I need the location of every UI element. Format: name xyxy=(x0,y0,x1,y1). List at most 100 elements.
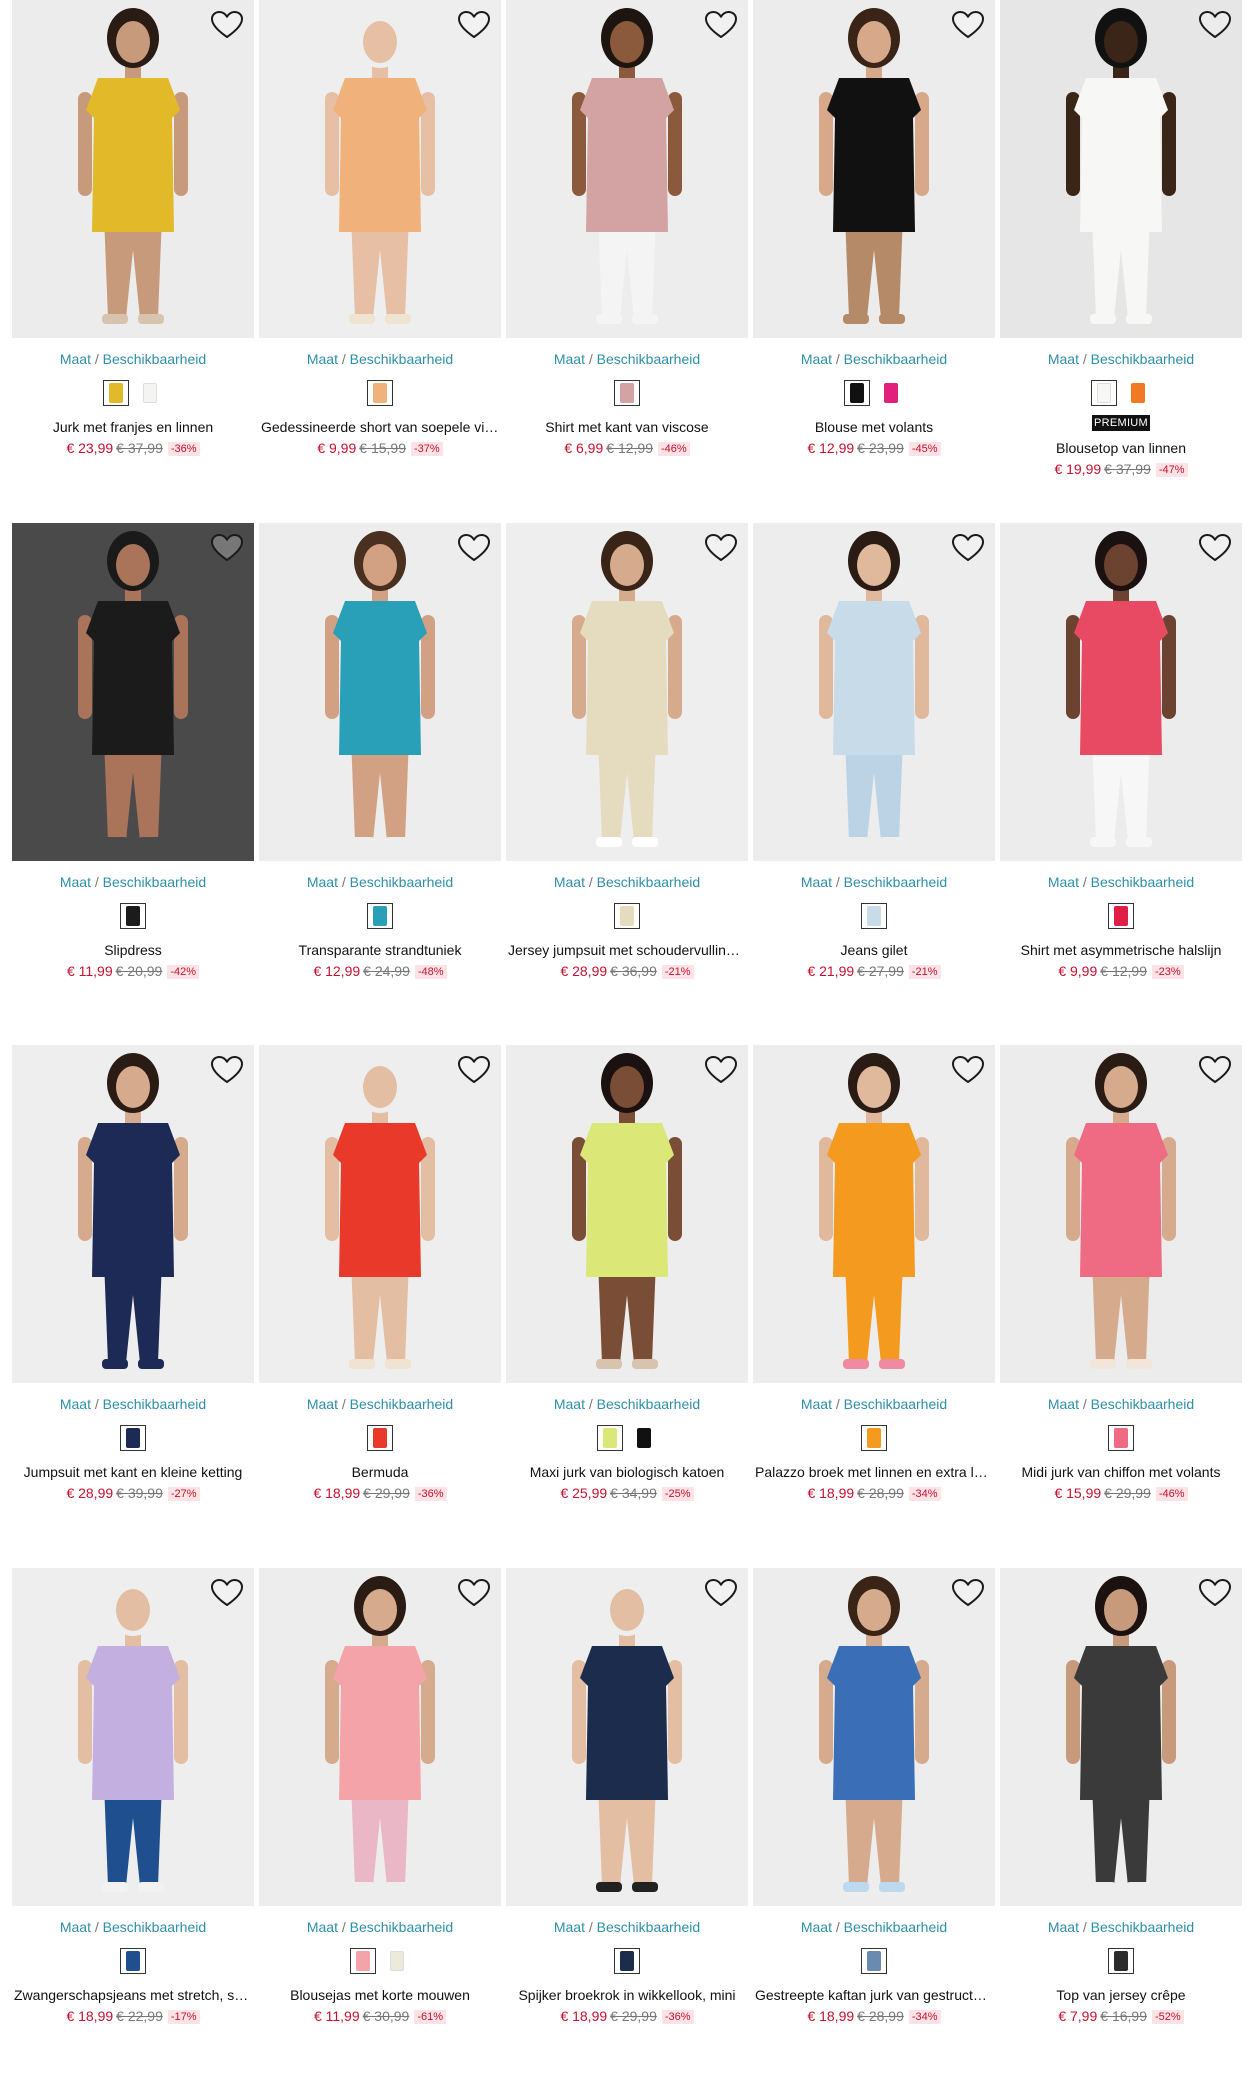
product-name[interactable]: Jumpsuit met kant en kleine ketting xyxy=(12,1463,254,1481)
heart-outline-icon[interactable] xyxy=(210,1055,244,1085)
heart-outline-icon[interactable] xyxy=(1198,533,1232,563)
product-card-16[interactable]: Maat / Beschikbaarheid Zwangerschapsjean… xyxy=(12,1568,254,2025)
product-card-17[interactable]: Maat / Beschikbaarheid Blousejas met kor… xyxy=(259,1568,501,2025)
size-availability-link[interactable]: Maat / Beschikbaarheid xyxy=(753,1395,995,1413)
product-name[interactable]: Jeans gilet xyxy=(753,941,995,959)
product-card-2[interactable]: Maat / Beschikbaarheid Gedessineerde sho… xyxy=(259,0,501,457)
product-image[interactable] xyxy=(259,1568,501,1906)
product-name[interactable]: Maxi jurk van biologisch katoen xyxy=(506,1463,748,1481)
size-availability-link[interactable]: Maat / Beschikbaarheid xyxy=(12,1918,254,1936)
product-card-11[interactable]: Maat / Beschikbaarheid Jumpsuit met kant… xyxy=(12,1045,254,1502)
size-availability-link[interactable]: Maat / Beschikbaarheid xyxy=(753,1918,995,1936)
product-image[interactable] xyxy=(1000,0,1242,338)
product-name[interactable]: Blousetop van linnen xyxy=(1000,439,1242,457)
product-card-9[interactable]: Maat / Beschikbaarheid Jeans gilet € 21,… xyxy=(753,523,995,980)
product-image[interactable] xyxy=(753,0,995,338)
size-availability-link[interactable]: Maat / Beschikbaarheid xyxy=(1000,1918,1242,1936)
product-card-8[interactable]: Maat / Beschikbaarheid Jersey jumpsuit m… xyxy=(506,523,748,980)
product-name[interactable]: Shirt met asymmetrische halslijn xyxy=(1000,941,1242,959)
product-card-19[interactable]: Maat / Beschikbaarheid Gestreepte kaftan… xyxy=(753,1568,995,2025)
color-swatch[interactable] xyxy=(1108,1948,1134,1974)
size-availability-link[interactable]: Maat / Beschikbaarheid xyxy=(12,873,254,891)
heart-outline-icon[interactable] xyxy=(951,1578,985,1608)
heart-outline-icon[interactable] xyxy=(210,10,244,40)
color-swatch[interactable] xyxy=(1091,380,1117,406)
size-availability-link[interactable]: Maat / Beschikbaarheid xyxy=(259,350,501,368)
size-availability-link[interactable]: Maat / Beschikbaarheid xyxy=(1000,1395,1242,1413)
size-availability-link[interactable]: Maat / Beschikbaarheid xyxy=(12,350,254,368)
color-swatch[interactable] xyxy=(350,1948,376,1974)
size-availability-link[interactable]: Maat / Beschikbaarheid xyxy=(753,873,995,891)
product-card-5[interactable]: Maat / Beschikbaarheid PREMIUM Blousetop… xyxy=(1000,0,1242,478)
size-availability-link[interactable]: Maat / Beschikbaarheid xyxy=(506,350,748,368)
product-name[interactable]: Shirt met kant van viscose xyxy=(506,418,748,436)
product-card-6[interactable]: Maat / Beschikbaarheid Slipdress € 11,99… xyxy=(12,523,254,980)
product-card-12[interactable]: Maat / Beschikbaarheid Bermuda € 18,99 € … xyxy=(259,1045,501,1502)
product-name[interactable]: Top van jersey crêpe xyxy=(1000,1986,1242,2004)
product-image[interactable] xyxy=(506,523,748,861)
product-card-18[interactable]: Maat / Beschikbaarheid Spijker broekrok … xyxy=(506,1568,748,2025)
color-swatch[interactable] xyxy=(120,1425,146,1451)
product-image[interactable] xyxy=(1000,523,1242,861)
color-swatch[interactable] xyxy=(844,380,870,406)
product-name[interactable]: Spijker broekrok in wikkellook, mini xyxy=(506,1986,748,2004)
size-availability-link[interactable]: Maat / Beschikbaarheid xyxy=(1000,873,1242,891)
product-image[interactable] xyxy=(12,0,254,338)
size-availability-link[interactable]: Maat / Beschikbaarheid xyxy=(259,1918,501,1936)
product-name[interactable]: Blouse met volants xyxy=(753,418,995,436)
product-image[interactable] xyxy=(259,0,501,338)
color-swatch[interactable] xyxy=(1108,1425,1134,1451)
heart-outline-icon[interactable] xyxy=(457,1055,491,1085)
size-availability-link[interactable]: Maat / Beschikbaarheid xyxy=(753,350,995,368)
product-image[interactable] xyxy=(12,1568,254,1906)
product-name[interactable]: Slipdress xyxy=(12,941,254,959)
size-availability-link[interactable]: Maat / Beschikbaarheid xyxy=(12,1395,254,1413)
heart-outline-icon[interactable] xyxy=(704,1055,738,1085)
heart-outline-icon[interactable] xyxy=(210,533,244,563)
product-image[interactable] xyxy=(12,1045,254,1383)
product-image[interactable] xyxy=(1000,1568,1242,1906)
product-name[interactable]: Palazzo broek met linnen en extra lange … xyxy=(753,1463,995,1481)
color-swatch[interactable] xyxy=(1125,380,1151,406)
heart-outline-icon[interactable] xyxy=(951,533,985,563)
product-image[interactable] xyxy=(753,1568,995,1906)
color-swatch[interactable] xyxy=(631,1425,657,1451)
product-name[interactable]: Transparante strandtuniek xyxy=(259,941,501,959)
heart-outline-icon[interactable] xyxy=(704,10,738,40)
size-availability-link[interactable]: Maat / Beschikbaarheid xyxy=(259,1395,501,1413)
product-name[interactable]: Blousejas met korte mouwen xyxy=(259,1986,501,2004)
size-availability-link[interactable]: Maat / Beschikbaarheid xyxy=(506,1918,748,1936)
color-swatch[interactable] xyxy=(878,380,904,406)
heart-outline-icon[interactable] xyxy=(951,10,985,40)
color-swatch[interactable] xyxy=(861,1948,887,1974)
product-name[interactable]: Jersey jumpsuit met schoudervullingen xyxy=(506,941,748,959)
product-card-4[interactable]: Maat / Beschikbaarheid Blouse met volant… xyxy=(753,0,995,457)
product-card-1[interactable]: Maat / Beschikbaarheid Jurk met franjes … xyxy=(12,0,254,457)
color-swatch[interactable] xyxy=(367,1425,393,1451)
product-card-20[interactable]: Maat / Beschikbaarheid Top van jersey cr… xyxy=(1000,1568,1242,2025)
color-swatch[interactable] xyxy=(384,1948,410,1974)
heart-outline-icon[interactable] xyxy=(457,10,491,40)
size-availability-link[interactable]: Maat / Beschikbaarheid xyxy=(506,1395,748,1413)
size-availability-link[interactable]: Maat / Beschikbaarheid xyxy=(1000,350,1242,368)
color-swatch[interactable] xyxy=(614,903,640,929)
product-image[interactable] xyxy=(506,0,748,338)
color-swatch[interactable] xyxy=(861,1425,887,1451)
color-swatch[interactable] xyxy=(103,380,129,406)
product-image[interactable] xyxy=(1000,1045,1242,1383)
product-card-10[interactable]: Maat / Beschikbaarheid Shirt met asymmet… xyxy=(1000,523,1242,980)
size-availability-link[interactable]: Maat / Beschikbaarheid xyxy=(259,873,501,891)
product-name[interactable]: Gestreepte kaftan jurk van gestructureer… xyxy=(753,1986,995,2004)
product-name[interactable]: Jurk met franjes en linnen xyxy=(12,418,254,436)
product-name[interactable]: Zwangerschapsjeans met stretch, straight xyxy=(12,1986,254,2004)
product-card-14[interactable]: Maat / Beschikbaarheid Palazzo broek met… xyxy=(753,1045,995,1502)
heart-outline-icon[interactable] xyxy=(1198,1055,1232,1085)
product-name[interactable]: Midi jurk van chiffon met volants xyxy=(1000,1463,1242,1481)
product-image[interactable] xyxy=(12,523,254,861)
color-swatch[interactable] xyxy=(137,380,163,406)
heart-outline-icon[interactable] xyxy=(951,1055,985,1085)
heart-outline-icon[interactable] xyxy=(1198,1578,1232,1608)
product-card-15[interactable]: Maat / Beschikbaarheid Midi jurk van chi… xyxy=(1000,1045,1242,1502)
product-image[interactable] xyxy=(753,1045,995,1383)
product-image[interactable] xyxy=(753,523,995,861)
